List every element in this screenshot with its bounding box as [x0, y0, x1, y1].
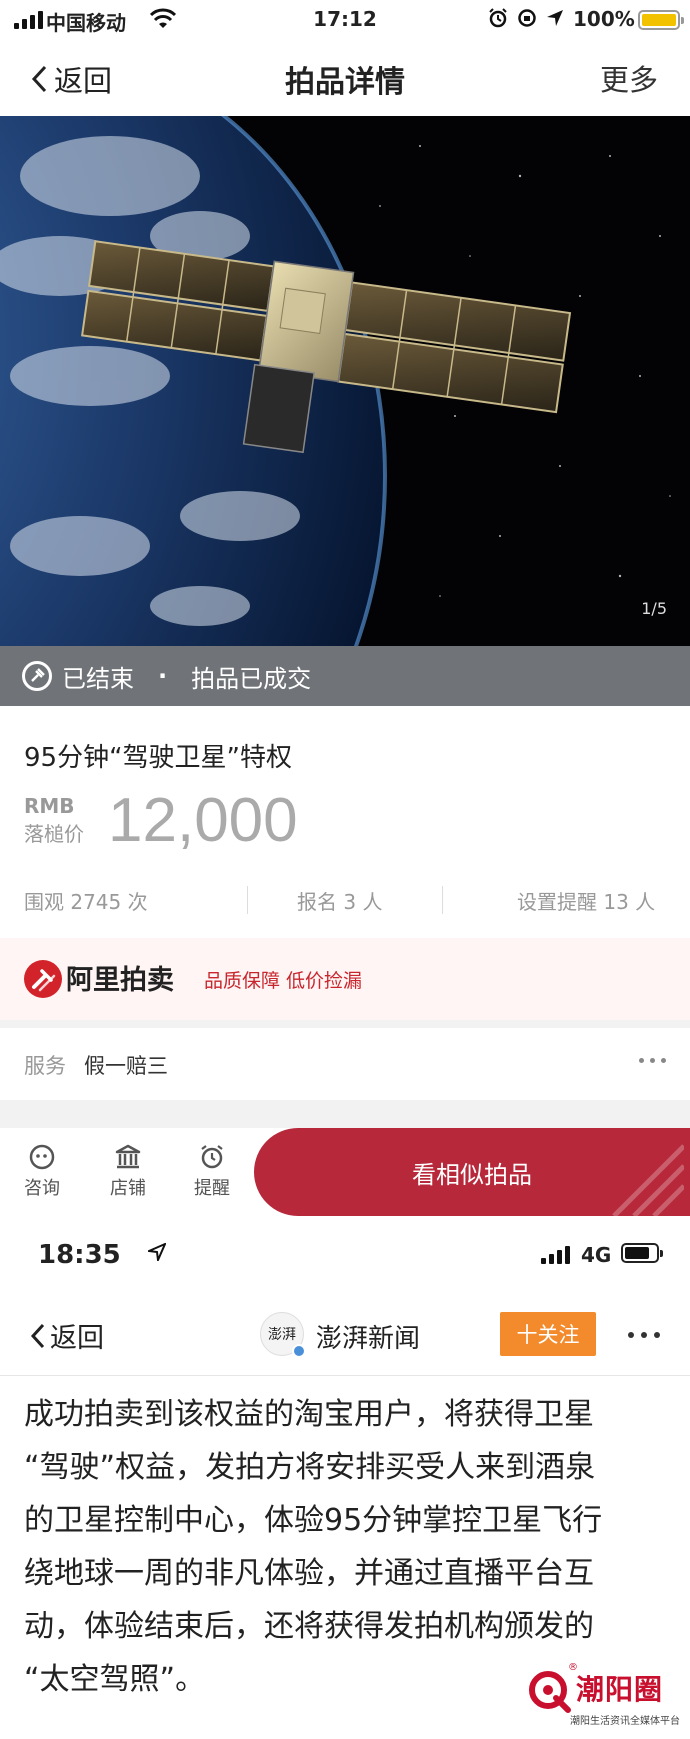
alarm-icon: [489, 8, 507, 28]
signup-count: 3: [343, 890, 357, 914]
reminder-label: 设置提醒: [517, 890, 597, 914]
platform-banner[interactable]: 阿里拍卖 品质保障 低价捡漏: [0, 938, 690, 1020]
reminder-count: 13: [603, 890, 629, 914]
shop-button[interactable]: 店铺: [98, 1140, 158, 1200]
views-count: 2745: [70, 890, 122, 914]
article-line: “驾驶”权益，发拍方将安排买受人来到酒泉: [24, 1450, 596, 1485]
remind-button[interactable]: 提醒: [182, 1140, 242, 1200]
reminder-stat: 设置提醒 13 人: [517, 886, 655, 915]
cellular-signal-icon: [541, 1244, 570, 1264]
stat-divider: [247, 886, 248, 914]
auction-result: 拍品已成交: [191, 664, 312, 693]
lot-image-carousel[interactable]: 1/5: [0, 116, 690, 646]
article-line: 成功拍卖到该权益的淘宝用户，将获得卫星: [24, 1397, 594, 1432]
battery-icon: [638, 10, 684, 30]
orientation-lock-icon: [518, 9, 536, 27]
platform-tagline: 品质保障 低价捡漏: [204, 970, 363, 992]
signup-unit: 人: [362, 890, 383, 914]
gavel-icon: [22, 661, 52, 691]
image-counter: 1/5: [641, 599, 667, 618]
more-options-icon[interactable]: [628, 1332, 660, 1338]
reminder-unit: 人: [635, 890, 656, 914]
views-stat: 围观 2745 次: [24, 886, 148, 915]
alarm-clock-icon: [201, 1145, 223, 1169]
section-divider: [0, 1100, 690, 1128]
news-header: 返回 澎湃 澎湃新闻 十关注: [0, 1296, 690, 1376]
satellite-image: [0, 116, 690, 646]
hammer-price: 12,000: [108, 786, 298, 855]
section-divider: [0, 1020, 690, 1028]
back-label: 返回: [50, 1323, 104, 1354]
view-similar-button[interactable]: 看相似拍品: [254, 1128, 690, 1216]
signup-label: 报名: [297, 890, 337, 914]
consult-button[interactable]: 咨询: [12, 1140, 72, 1200]
watermark-subtitle: 潮阳生活资讯全媒体平台: [570, 1716, 680, 1727]
source-name[interactable]: 澎湃新闻: [316, 1318, 420, 1355]
currency-label: RMB: [24, 794, 75, 818]
signup-stat: 报名 3 人: [297, 886, 382, 915]
views-unit: 次: [127, 890, 148, 914]
view-similar-label: 看相似拍品: [412, 1160, 532, 1189]
verified-badge-icon: [292, 1344, 306, 1358]
back-button[interactable]: 返回: [30, 1316, 104, 1355]
hammer-price-label: 落槌价: [24, 822, 84, 846]
chat-bubble-icon: [29, 1144, 55, 1170]
lot-stats: 围观 2745 次 报名 3 人 设置提醒 13 人: [0, 882, 690, 918]
status-bar: 中国移动 17:12 100%: [0, 0, 690, 40]
battery-icon: [621, 1243, 663, 1263]
remind-label: 提醒: [194, 1178, 230, 1199]
status-bar-secondary: 18:35 4G: [0, 1216, 690, 1296]
ali-auction-logo-icon: [24, 960, 62, 998]
bottom-action-bar: 咨询 店铺 提醒 看相似拍品: [0, 1128, 690, 1216]
navigation-bar: 返回 拍品详情 更多: [0, 40, 690, 116]
consult-label: 咨询: [24, 1178, 60, 1199]
service-label: 服务: [24, 1054, 66, 1078]
shop-label: 店铺: [110, 1178, 146, 1199]
auction-status-bar: 已结束 · 拍品已成交: [0, 646, 690, 706]
decorative-stripes-icon: [612, 1144, 684, 1216]
article-line: 绕地球一周的非凡体验，并通过直播平台互: [24, 1556, 594, 1591]
auction-state: 已结束: [62, 664, 134, 693]
location-arrow-icon: [547, 10, 563, 26]
watermark-name: 潮阳圈: [576, 1673, 664, 1706]
shop-icon: [115, 1144, 141, 1169]
more-dots-icon: [639, 1058, 666, 1063]
platform-brand: 阿里拍卖: [66, 965, 174, 996]
status-time-secondary: 18:35: [38, 1240, 121, 1270]
article-line: 的卫星控制中心，体验95分钟掌控卫星飞行: [24, 1503, 603, 1538]
chevron-left-icon: [30, 1323, 45, 1348]
service-row[interactable]: 服务 假一赔三: [0, 1028, 690, 1100]
battery-percentage: 100%: [573, 7, 635, 31]
location-arrow-icon: [148, 1243, 166, 1261]
network-type: 4G: [581, 1243, 612, 1267]
watermark-logo-icon: [529, 1671, 571, 1713]
service-value: 假一赔三: [84, 1054, 168, 1078]
watermark: ® 潮阳圈 潮阳生活资讯全媒体平台: [520, 1660, 690, 1739]
views-label: 围观: [24, 890, 64, 914]
lot-title: 95分钟“驾驶卫星”特权: [24, 743, 293, 773]
more-button[interactable]: 更多: [600, 57, 658, 99]
page-title: 拍品详情: [285, 65, 405, 100]
follow-button[interactable]: 十关注: [500, 1312, 596, 1356]
article-line: 动，体验结束后，还将获得发拍机构颁发的: [24, 1609, 594, 1644]
article-body: 成功拍卖到该权益的淘宝用户，将获得卫星 “驾驶”权益，发拍方将安排买受人来到酒泉…: [24, 1388, 674, 1706]
status-separator: ·: [158, 662, 168, 690]
stat-divider: [442, 886, 443, 914]
